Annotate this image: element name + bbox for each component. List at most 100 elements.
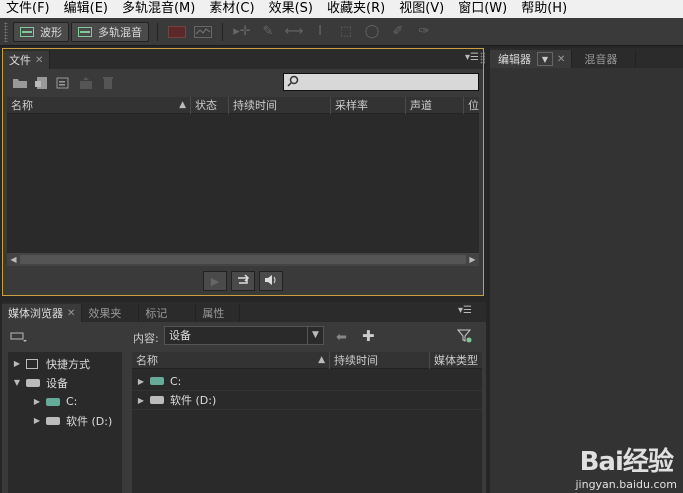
menu-multitrack[interactable]: 多轨混音(M): [115, 0, 202, 18]
export-icon[interactable]: [75, 72, 97, 94]
close-icon[interactable]: ✕: [67, 308, 75, 319]
files-column-header: 名称 ▲ 状态 持续时间 采样率 声道 位: [7, 96, 479, 114]
tab-markers[interactable]: 标记: [139, 304, 197, 322]
lasso-tool-icon[interactable]: ◯: [362, 22, 382, 42]
move-tool-icon[interactable]: ▸✛: [232, 22, 252, 42]
tab-mixer[interactable]: 混音器: [572, 50, 637, 68]
tree-item-label: 设备: [46, 376, 68, 390]
column-duration[interactable]: 持续时间: [229, 96, 331, 114]
media-file-list[interactable]: 名称 ▲ 持续时间 媒体类型 ▶ C: ▶ 软件 (D:): [132, 351, 482, 493]
device-icon: [26, 378, 40, 387]
watermark-url: jingyan.baidu.com: [575, 478, 677, 491]
expand-arrow-icon[interactable]: ▶: [12, 359, 22, 368]
trash-icon[interactable]: [97, 72, 119, 94]
menu-file[interactable]: 文件(F): [0, 0, 57, 18]
add-shortcut-icon[interactable]: ✚: [362, 327, 375, 345]
files-list[interactable]: [7, 114, 479, 253]
waveform-label: 波形: [40, 25, 62, 39]
import-file-icon[interactable]: [31, 72, 53, 94]
list-item-drive-c[interactable]: ▶ C:: [132, 372, 482, 391]
column-duration[interactable]: 持续时间: [330, 351, 430, 369]
brush-tool-icon[interactable]: ✐: [388, 22, 408, 42]
media-tabbar: 媒体浏览器 ✕ 效果夹 标记 属性: [2, 302, 486, 322]
toolbar-grip[interactable]: [4, 21, 8, 42]
time-selection-tool-icon[interactable]: I: [310, 22, 330, 42]
tab-editor-label: 编辑器: [498, 53, 531, 66]
menu-edit[interactable]: 编辑(E): [57, 0, 115, 18]
marquee-tool-icon[interactable]: ⬚: [336, 22, 356, 42]
play-button[interactable]: ▶: [203, 271, 227, 291]
list-item-drive-d[interactable]: ▶ 软件 (D:): [132, 391, 482, 410]
expand-arrow-icon[interactable]: ▶: [136, 396, 146, 405]
panel-menu-icon[interactable]: ▾☰: [465, 52, 479, 63]
toolbar-separator: [222, 22, 223, 41]
filter-icon[interactable]: [456, 329, 473, 346]
tree-item-drive-d[interactable]: ▶ 软件 (D:): [8, 411, 122, 430]
content-select-value: 设备: [169, 329, 191, 342]
column-name[interactable]: 名称 ▲: [132, 351, 330, 369]
media-tree[interactable]: ▶ 快捷方式 ▼ 设备 ▶ C: ▶ 软件 (D:): [8, 352, 122, 493]
close-icon[interactable]: ✕: [557, 54, 565, 65]
tab-files[interactable]: 文件 ✕: [3, 51, 51, 69]
files-horizontal-scrollbar[interactable]: ◀ ▶: [7, 253, 479, 266]
drive-icon: [150, 377, 164, 385]
spectral-pitch-icon[interactable]: [193, 22, 213, 42]
column-status[interactable]: 状态: [191, 96, 229, 114]
loop-button[interactable]: [231, 271, 255, 291]
insert-multitrack-icon[interactable]: [53, 72, 75, 94]
tab-properties[interactable]: 属性: [196, 304, 241, 322]
content-label: 内容:: [133, 332, 159, 345]
tab-effects-rack[interactable]: 效果夹: [82, 304, 140, 322]
collapse-arrow-icon[interactable]: ▼: [12, 378, 22, 387]
spot-healing-tool-icon[interactable]: ✑: [414, 22, 434, 42]
column-name-label: 名称: [136, 353, 158, 367]
auto-play-button[interactable]: [259, 271, 283, 291]
tree-item-shortcuts[interactable]: ▶ 快捷方式: [8, 354, 122, 373]
chevron-down-icon[interactable]: ▼: [537, 52, 553, 66]
drive-icon: [46, 416, 60, 425]
tree-item-drive-c[interactable]: ▶ C:: [8, 392, 122, 411]
editor-tabbar: 编辑器 ▼ ✕ 混音器: [490, 48, 683, 68]
column-bits[interactable]: 位: [464, 97, 479, 114]
tab-media-browser[interactable]: 媒体浏览器 ✕: [2, 304, 83, 322]
menu-window[interactable]: 窗口(W): [451, 0, 514, 18]
open-folder-icon[interactable]: [9, 72, 31, 94]
multitrack-button[interactable]: 多轨混音: [71, 21, 149, 42]
close-icon[interactable]: ✕: [35, 55, 43, 66]
menu-help[interactable]: 帮助(H): [514, 0, 574, 18]
razor-tool-icon[interactable]: ✎: [258, 22, 278, 42]
files-search-input[interactable]: [283, 73, 479, 91]
back-arrow-icon[interactable]: ⬅: [336, 330, 347, 345]
expand-arrow-icon[interactable]: ▶: [136, 377, 146, 386]
files-tabbar: 文件 ✕: [3, 49, 483, 69]
list-item-label: 软件 (D:): [170, 394, 217, 407]
scroll-left-icon[interactable]: ◀: [7, 255, 20, 264]
slip-tool-icon[interactable]: ⟷: [284, 22, 304, 42]
panel-menu-icon[interactable]: ▾☰: [458, 305, 472, 316]
tab-editor[interactable]: 编辑器 ▼ ✕: [490, 50, 573, 68]
column-media-type[interactable]: 媒体类型: [430, 352, 482, 369]
spectral-display-icon[interactable]: [167, 22, 187, 42]
menu-effects[interactable]: 效果(S): [262, 0, 320, 18]
menu-view[interactable]: 视图(V): [392, 0, 451, 18]
expand-arrow-icon[interactable]: ▶: [32, 416, 42, 425]
content-select[interactable]: 设备 ▼: [164, 326, 324, 345]
scroll-right-icon[interactable]: ▶: [466, 255, 479, 264]
media-browser-panel: 媒体浏览器 ✕ 效果夹 标记 属性 ▾☰ 内容: 设备 ▼ ⬅ ✚ ▶ 快捷方式…: [2, 302, 486, 493]
speaker-icon: [264, 274, 278, 289]
column-sample-rate[interactable]: 采样率: [331, 96, 406, 114]
scrollbar-thumb[interactable]: [20, 255, 466, 264]
menu-favorites[interactable]: 收藏夹(R): [320, 0, 392, 18]
drive-icon: [46, 397, 60, 406]
multitrack-icon: [78, 26, 92, 37]
media-column-header: 名称 ▲ 持续时间 媒体类型: [132, 351, 482, 369]
column-channels[interactable]: 声道: [406, 96, 464, 114]
menu-clip[interactable]: 素材(C): [202, 0, 261, 18]
tree-item-devices[interactable]: ▼ 设备: [8, 373, 122, 392]
column-name[interactable]: 名称 ▲: [7, 96, 191, 114]
display-options-icon[interactable]: [10, 331, 28, 346]
expand-arrow-icon[interactable]: ▶: [32, 397, 42, 406]
waveform-button[interactable]: 波形: [13, 21, 69, 42]
panel-grip-icon[interactable]: [480, 52, 485, 64]
multitrack-label: 多轨混音: [98, 25, 142, 39]
